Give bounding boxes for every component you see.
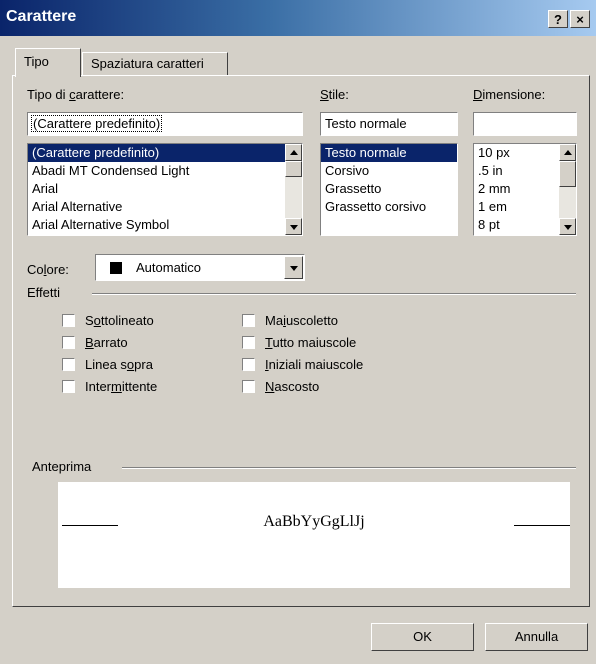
scroll-down-button[interactable] (559, 218, 576, 235)
checkbox-box[interactable] (62, 358, 75, 371)
window-title: Carattere (6, 8, 77, 25)
close-button[interactable]: × (570, 10, 590, 28)
preview-baseline-right (514, 525, 570, 526)
help-button[interactable]: ? (548, 10, 568, 28)
color-value: Automatico (136, 260, 202, 275)
arrow-up-icon (564, 150, 572, 155)
checkbox-label: Intermittente (85, 379, 158, 394)
checkbox-box[interactable] (62, 314, 75, 327)
list-item[interactable]: Testo normale (321, 144, 457, 162)
tab-tipo[interactable]: Tipo (15, 48, 81, 77)
preview-divider (122, 467, 576, 469)
tab-tipo-label: Tipo (24, 54, 49, 69)
font-list[interactable]: (Carattere predefinito) Abadi MT Condens… (27, 143, 303, 236)
style-label: Stile: (320, 87, 349, 102)
checkbox-box[interactable] (62, 380, 75, 393)
font-label: Tipo di carattere: (27, 87, 125, 102)
preview-sample-text: AaBbYyGgLlJj (263, 513, 365, 530)
style-input[interactable]: Testo normale (320, 112, 458, 136)
tab-spaziatura-label: Spaziatura caratteri (91, 56, 204, 71)
checkbox-box[interactable] (242, 314, 255, 327)
checkbox-box[interactable] (242, 336, 255, 349)
chevron-down-icon (290, 266, 298, 271)
size-input[interactable] (473, 112, 577, 136)
checkbox-box[interactable] (242, 380, 255, 393)
color-dropdown-button[interactable] (284, 256, 303, 279)
scroll-down-button[interactable] (285, 218, 302, 235)
color-swatch (110, 262, 122, 274)
font-input[interactable]: (Carattere predefinito) (27, 112, 303, 136)
arrow-down-icon (290, 225, 298, 230)
checkbox-label: Sottolineato (85, 313, 154, 328)
checkbox-label: Iniziali maiuscole (265, 357, 364, 372)
list-item[interactable]: Grassetto (321, 180, 457, 198)
effects-divider (92, 293, 576, 295)
preview-box: AaBbYyGgLlJj (58, 482, 570, 588)
checkbox-label: Barrato (85, 335, 128, 350)
font-dialog: Carattere ? × Tipo Spaziatura caratteri … (0, 0, 596, 664)
font-scrollbar[interactable] (285, 144, 302, 235)
list-item[interactable]: Grassetto corsivo (321, 198, 457, 216)
list-item[interactable]: Arial Alternative (28, 198, 302, 216)
size-label: Dimensione: (473, 87, 546, 102)
scroll-up-button[interactable] (285, 144, 302, 161)
color-label: Colore: (27, 262, 69, 277)
checkbox-label: Nascosto (265, 379, 320, 394)
checkbox-label: Linea sopra (85, 357, 153, 372)
title-bar[interactable]: Carattere ? × (0, 0, 596, 36)
arrow-down-icon (564, 225, 572, 230)
effects-group-title: Effetti (27, 285, 61, 300)
checkbox-box[interactable] (242, 358, 255, 371)
preview-group-title: Anteprima (32, 459, 92, 474)
list-item[interactable]: Abadi MT Condensed Light (28, 162, 302, 180)
arrow-up-icon (290, 150, 298, 155)
checkbox-label: Tutto maiuscole (265, 335, 357, 350)
size-scrollbar[interactable] (559, 144, 576, 235)
list-item[interactable]: Arial (28, 180, 302, 198)
cancel-button[interactable]: Annulla (485, 623, 588, 651)
list-item[interactable]: (Carattere predefinito) (28, 144, 302, 162)
size-list[interactable]: 10 px .5 in 2 mm 1 em 8 pt (473, 143, 577, 236)
font-input-value: (Carattere predefinito) (30, 115, 163, 132)
checkbox-label: Maiuscoletto (265, 313, 338, 328)
tab-spaziatura-caratteri[interactable]: Spaziatura caratteri (82, 52, 228, 75)
style-input-value: Testo normale (325, 116, 407, 131)
list-item[interactable]: Arial Alternative Symbol (28, 216, 302, 234)
scroll-thumb[interactable] (285, 161, 302, 177)
ok-button[interactable]: OK (371, 623, 474, 651)
scroll-thumb[interactable] (559, 161, 576, 187)
style-list[interactable]: Testo normale Corsivo Grassetto Grassett… (320, 143, 458, 236)
checkbox-box[interactable] (62, 336, 75, 349)
color-dropdown[interactable]: Automatico (95, 254, 305, 281)
scroll-up-button[interactable] (559, 144, 576, 161)
list-item[interactable]: Corsivo (321, 162, 457, 180)
